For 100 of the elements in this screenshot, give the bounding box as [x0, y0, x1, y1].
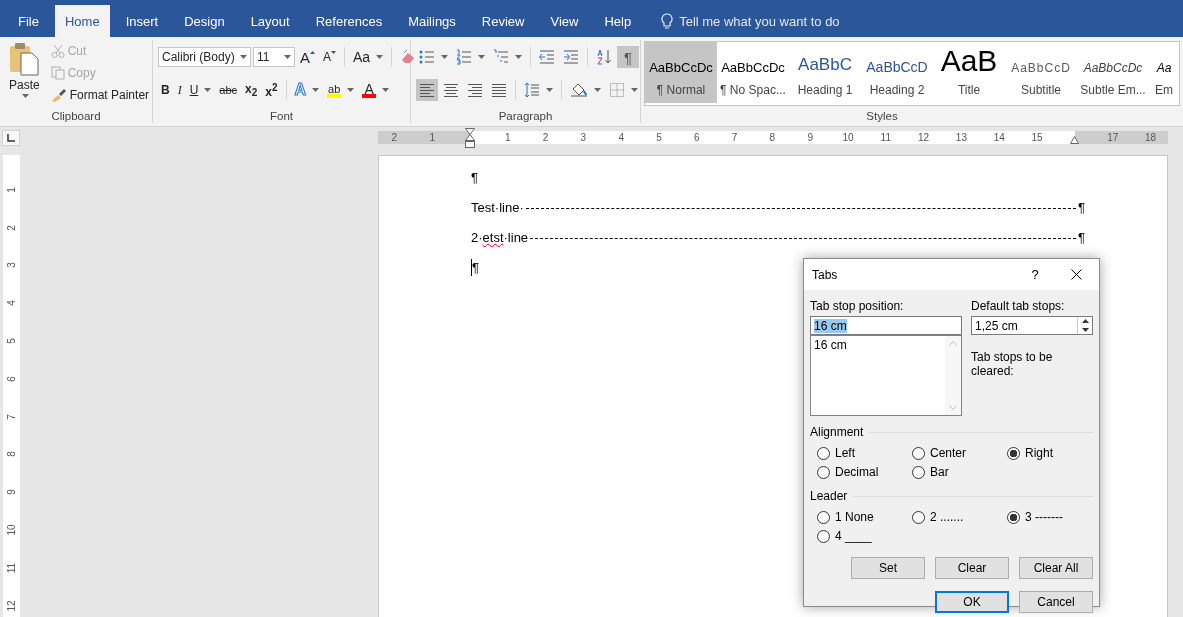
multilevel-list-icon [493, 49, 509, 65]
change-case-button[interactable]: Aa [350, 46, 387, 68]
dialog-button[interactable]: Clear [935, 557, 1009, 579]
lightbulb-icon [661, 13, 674, 29]
caret-icon [382, 88, 390, 92]
style-item[interactable]: AaBbCcDc ¶ Normal [645, 42, 717, 103]
style-item[interactable]: AaBbC Heading 1 [789, 42, 861, 103]
font-size-field[interactable]: 11 [253, 47, 295, 67]
caret-icon [515, 55, 522, 59]
dialog-button[interactable]: Clear All [1019, 557, 1093, 579]
ribbon-tab[interactable]: References [305, 5, 393, 37]
subscript-button[interactable]: x$_{2}$ [242, 79, 261, 101]
ruler-number: 13 [955, 131, 967, 144]
radio-button[interactable]: 2 ....... [912, 509, 1007, 525]
style-item[interactable]: AaBbCcDc ¶ No Spac... [717, 42, 789, 103]
ruler-number: 18 [1145, 131, 1157, 144]
ribbon-tab[interactable]: Help [594, 5, 642, 37]
help-button[interactable]: ? [1017, 259, 1053, 290]
scissors-icon [50, 44, 65, 58]
ruler-number: 6 [6, 375, 17, 384]
ruler-number: 7 [731, 131, 738, 144]
borders-icon [609, 82, 625, 98]
format-painter-button[interactable]: Format Painter [47, 84, 153, 106]
grow-font-button[interactable]: A [297, 46, 318, 68]
section-label: Alignment [810, 425, 864, 439]
spinner[interactable] [1077, 317, 1092, 334]
ruler-number: 14 [993, 131, 1005, 144]
ruler-number: 11 [880, 131, 891, 144]
up-triangle-icon [1081, 319, 1089, 324]
dialog-button[interactable]: OK [935, 591, 1009, 613]
caret-icon [631, 88, 638, 92]
tab-stop-position-field[interactable]: 16 cm [810, 316, 962, 335]
font-color-button[interactable]: A [359, 79, 393, 101]
style-item[interactable]: AaB Title [933, 42, 1005, 103]
down-triangle-icon [331, 50, 337, 54]
ribbon-tab[interactable]: Insert [115, 5, 169, 37]
radio-button[interactable]: Bar [912, 464, 1007, 480]
group-label: Styles [866, 109, 898, 123]
numbering-button[interactable] [453, 46, 488, 68]
ruler-number: 2 [6, 223, 17, 233]
default-tab-stops-field[interactable]: 1,25 cm [971, 316, 1093, 335]
ruler-number: 2 [542, 131, 549, 144]
left-tab-icon [7, 134, 15, 142]
tell-me-field[interactable]: Tell me what you want to do [679, 13, 880, 29]
superscript-button[interactable]: x$^{2}$ [262, 79, 281, 101]
ribbon-tab[interactable]: File [8, 5, 49, 37]
tab-selector[interactable] [2, 130, 20, 146]
highlight-button[interactable]: ab [324, 79, 358, 101]
ruler-number: 10 [6, 523, 17, 538]
ribbon-tab[interactable]: Layout [240, 5, 300, 37]
font-name-field[interactable]: Calibri (Body) [158, 47, 251, 67]
paste-button[interactable]: Paste [5, 40, 44, 102]
align-left-button[interactable] [416, 79, 438, 101]
align-right-icon [467, 82, 483, 98]
group-label: Paragraph [498, 109, 553, 123]
radio-button[interactable]: Left [817, 445, 912, 461]
radio-button[interactable]: Center [912, 445, 1007, 461]
ribbon-tab[interactable]: View [540, 5, 589, 37]
style-item[interactable]: Aa Em [1149, 42, 1179, 103]
bold-button[interactable]: B [158, 79, 173, 101]
style-item[interactable]: AaBbCcD Subtitle [1005, 42, 1077, 103]
close-icon [1070, 269, 1082, 280]
caret-icon [284, 55, 291, 59]
align-left-icon [419, 82, 435, 98]
ruler-number: 8 [769, 131, 776, 144]
ribbon-tab[interactable]: Design [174, 5, 235, 37]
outdent-icon [539, 49, 555, 65]
caret-icon [22, 94, 30, 98]
strikethrough-button[interactable]: abc [216, 79, 241, 101]
italic-button[interactable]: I [174, 79, 185, 101]
underline-button[interactable]: U [186, 79, 215, 101]
style-item[interactable]: AaBbCcDc Subtle Em... [1077, 42, 1149, 103]
radio-button[interactable]: 4 ____ [817, 528, 912, 544]
dialog-button[interactable]: Cancel [1019, 591, 1093, 613]
tab-stop-list[interactable]: 16 cm [810, 335, 962, 416]
ruler-number: 5 [656, 131, 662, 144]
radio-button[interactable]: 3 ------- [1007, 509, 1097, 525]
ruler-number: 10 [842, 131, 854, 144]
dialog-button[interactable]: Set [851, 557, 925, 579]
ribbon-tab[interactable]: Home [54, 5, 110, 37]
radio-button[interactable]: Right [1007, 445, 1097, 461]
style-item[interactable]: AaBbCcD Heading 2 [861, 42, 933, 103]
list-item[interactable]: 16 cm [814, 338, 942, 352]
show-marks-button[interactable]: ¶ [617, 46, 639, 68]
group-label: Font [270, 109, 293, 123]
ruler-number: 3 [580, 131, 587, 144]
shrink-font-button[interactable]: A [320, 46, 340, 68]
paragraph-mark: ¶ [472, 259, 479, 275]
ribbon-tab[interactable]: Review [471, 5, 535, 37]
ruler-number: 9 [6, 488, 17, 497]
align-center-icon [443, 82, 459, 98]
radio-button[interactable]: 1 None [817, 509, 912, 525]
dialog-title: Tabs [811, 267, 839, 282]
chevron-down-icon [949, 405, 957, 410]
paint-bucket-icon [570, 82, 588, 98]
radio-button[interactable]: Decimal [817, 464, 912, 480]
paragraph-mark: ¶ [471, 169, 478, 185]
group-label: Clipboard [51, 109, 101, 123]
ribbon-tab[interactable]: Mailings [398, 5, 466, 37]
ruler-number: 1 [6, 186, 17, 195]
